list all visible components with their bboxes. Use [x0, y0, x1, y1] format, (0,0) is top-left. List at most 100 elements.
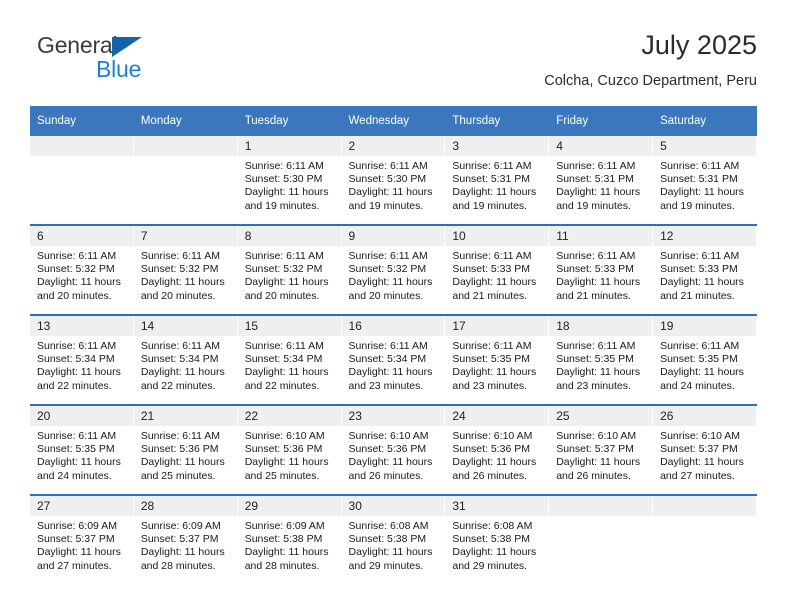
calendar-cell-day[interactable]: 10 Sunrise: 6:11 AM Sunset: 5:33 PM Dayligh…	[445, 224, 550, 315]
sunset-text: Sunset: 5:35 PM	[37, 443, 115, 456]
calendar-cell-day[interactable]: 27 Sunrise: 6:09 AM Sunset: 5:37 PM Dayligh…	[30, 494, 134, 584]
day-details: Sunrise: 6:11 AM Sunset: 5:35 PM Daylight:…	[445, 336, 549, 393]
day-number: 4	[549, 136, 653, 156]
calendar-cell-day[interactable]: 31 Sunrise: 6:08 AM Sunset: 5:38 PM Dayligh…	[445, 494, 550, 584]
calendar-cell-day[interactable]: 17 Sunrise: 6:11 AM Sunset: 5:35 PM Dayligh…	[445, 314, 550, 405]
calendar-cell-day[interactable]: 18 Sunrise: 6:11 AM Sunset: 5:35 PM Dayligh…	[549, 314, 654, 405]
sunset-text: Sunset: 5:32 PM	[37, 263, 115, 276]
sunrise-text: Sunrise: 6:11 AM	[348, 250, 428, 262]
calendar-cell-day[interactable]: 24 Sunrise: 6:10 AM Sunset: 5:36 PM Dayligh…	[445, 404, 550, 495]
daylight-text: Daylight: 11 hours and 19 minutes.	[660, 186, 744, 212]
calendar-cell-day[interactable]: 9 Sunrise: 6:11 AM Sunset: 5:32 PM Daylight…	[341, 224, 446, 315]
calendar-cell-day[interactable]: 8 Sunrise: 6:11 AM Sunset: 5:32 PM Daylight…	[237, 224, 342, 315]
calendar-week-row: 20 Sunrise: 6:11 AM Sunset: 5:35 PM Dayligh…	[30, 404, 757, 495]
sunset-text: Sunset: 5:33 PM	[556, 263, 634, 276]
day-details: Sunrise: 6:11 AM Sunset: 5:34 PM Daylight:…	[30, 336, 134, 393]
daylight-text: Daylight: 11 hours and 26 minutes.	[348, 456, 433, 482]
day-details: Sunrise: 6:11 AM Sunset: 5:32 PM Daylight:…	[134, 246, 238, 303]
calendar-cell-day[interactable]: 28 Sunrise: 6:09 AM Sunset: 5:37 PM Dayligh…	[133, 494, 238, 584]
calendar-cell-day[interactable]: 12 Sunrise: 6:11 AM Sunset: 5:33 PM Dayligh…	[653, 224, 757, 315]
day-number: 31	[445, 496, 549, 516]
calendar-cell-inner: 17 Sunrise: 6:11 AM Sunset: 5:35 PM Dayligh…	[445, 316, 549, 404]
day-details: Sunrise: 6:11 AM Sunset: 5:30 PM Daylight:…	[238, 156, 342, 213]
logo-text-blue: Blue	[96, 56, 142, 82]
sunrise-text: Sunrise: 6:09 AM	[140, 520, 221, 532]
calendar-cell-day[interactable]: 23 Sunrise: 6:10 AM Sunset: 5:36 PM Dayligh…	[341, 404, 446, 495]
daylight-text: Daylight: 11 hours and 29 minutes.	[348, 546, 433, 572]
day-number: 10	[445, 226, 549, 246]
daylight-text: Daylight: 11 hours and 22 minutes.	[37, 366, 121, 392]
day-details: Sunrise: 6:11 AM Sunset: 5:34 PM Daylight:…	[134, 336, 238, 393]
calendar-cell-inner: 19 Sunrise: 6:11 AM Sunset: 5:35 PM Dayligh…	[653, 316, 757, 404]
day-number: 19	[653, 316, 756, 336]
calendar-cell-day[interactable]: 6 Sunrise: 6:11 AM Sunset: 5:32 PM Daylight…	[30, 224, 134, 315]
sunset-text: Sunset: 5:34 PM	[348, 353, 427, 366]
day-number	[653, 496, 756, 516]
daylight-text: Daylight: 11 hours and 27 minutes.	[37, 546, 121, 572]
calendar-cell-day[interactable]: 19 Sunrise: 6:11 AM Sunset: 5:35 PM Dayligh…	[653, 314, 757, 405]
calendar-cell-day[interactable]: 13 Sunrise: 6:11 AM Sunset: 5:34 PM Dayligh…	[30, 314, 134, 405]
calendar-cell-day[interactable]: 1 Sunrise: 6:11 AM Sunset: 5:30 PM Daylight…	[237, 136, 342, 225]
calendar-cell-inner: 23 Sunrise: 6:10 AM Sunset: 5:36 PM Dayligh…	[341, 406, 446, 494]
day-details: Sunrise: 6:10 AM Sunset: 5:37 PM Daylight:…	[653, 426, 757, 483]
calendar-cell-day[interactable]: 21 Sunrise: 6:11 AM Sunset: 5:36 PM Dayligh…	[133, 404, 238, 495]
daylight-text: Daylight: 11 hours and 19 minutes.	[244, 186, 329, 212]
day-details: Sunrise: 6:11 AM Sunset: 5:32 PM Daylight:…	[30, 246, 134, 303]
calendar-cell-day[interactable]: 7 Sunrise: 6:11 AM Sunset: 5:32 PM Daylight…	[133, 224, 238, 315]
calendar-cell-day[interactable]: 3 Sunrise: 6:11 AM Sunset: 5:31 PM Daylight…	[445, 136, 549, 225]
sunrise-text: Sunrise: 6:11 AM	[244, 340, 324, 352]
day-number: 25	[549, 406, 653, 426]
sunrise-text: Sunrise: 6:11 AM	[452, 340, 532, 352]
daylight-text: Daylight: 11 hours and 19 minutes.	[348, 186, 433, 212]
calendar-cell-day[interactable]: 15 Sunrise: 6:11 AM Sunset: 5:34 PM Dayligh…	[237, 314, 342, 405]
calendar-cell-day[interactable]: 22 Sunrise: 6:10 AM Sunset: 5:36 PM Dayligh…	[237, 404, 342, 495]
day-number: 13	[30, 316, 133, 336]
calendar-cell-inner: 27 Sunrise: 6:09 AM Sunset: 5:37 PM Dayligh…	[30, 496, 134, 584]
calendar-cell-inner: 22 Sunrise: 6:10 AM Sunset: 5:36 PM Dayligh…	[237, 406, 342, 494]
general-blue-logo[interactable]: General Blue	[37, 34, 217, 92]
calendar-cell-inner: 7 Sunrise: 6:11 AM Sunset: 5:32 PM Daylight…	[133, 226, 238, 314]
calendar-cell-inner	[133, 136, 238, 224]
calendar-cell-day[interactable]: 26 Sunrise: 6:10 AM Sunset: 5:37 PM Dayligh…	[653, 404, 757, 495]
calendar-cell-inner: 24 Sunrise: 6:10 AM Sunset: 5:36 PM Dayligh…	[445, 406, 549, 494]
day-number: 24	[445, 406, 549, 426]
calendar-cell-day[interactable]: 20 Sunrise: 6:11 AM Sunset: 5:35 PM Dayligh…	[30, 404, 134, 495]
calendar-cell-inner: 9 Sunrise: 6:11 AM Sunset: 5:32 PM Daylight…	[341, 226, 446, 314]
calendar-cell-inner: 20 Sunrise: 6:11 AM Sunset: 5:35 PM Dayligh…	[30, 406, 134, 494]
calendar-cell-day[interactable]: 2 Sunrise: 6:11 AM Sunset: 5:30 PM Daylight…	[341, 136, 446, 225]
calendar-table: Sunday Monday Tuesday Wednesday Thursday…	[30, 106, 757, 584]
day-details: Sunrise: 6:11 AM Sunset: 5:36 PM Daylight:…	[134, 426, 238, 483]
calendar-cell-day[interactable]: 11 Sunrise: 6:11 AM Sunset: 5:33 PM Dayligh…	[549, 224, 654, 315]
calendar-cell-inner: 16 Sunrise: 6:11 AM Sunset: 5:34 PM Dayligh…	[341, 316, 446, 404]
daylight-text: Daylight: 11 hours and 25 minutes.	[244, 456, 329, 482]
calendar-cell-day[interactable]: 29 Sunrise: 6:09 AM Sunset: 5:38 PM Dayligh…	[237, 494, 342, 584]
sunset-text: Sunset: 5:32 PM	[140, 263, 219, 276]
calendar-cell-day[interactable]: 14 Sunrise: 6:11 AM Sunset: 5:34 PM Dayligh…	[133, 314, 238, 405]
day-number: 16	[341, 316, 445, 336]
day-details: Sunrise: 6:11 AM Sunset: 5:33 PM Daylight:…	[653, 246, 757, 303]
day-number: 26	[653, 406, 756, 426]
calendar-cell-day[interactable]: 30 Sunrise: 6:08 AM Sunset: 5:38 PM Dayligh…	[341, 494, 446, 584]
logo-text-general: General	[37, 32, 118, 58]
daylight-text: Daylight: 11 hours and 28 minutes.	[140, 546, 225, 572]
day-number: 3	[445, 136, 549, 156]
daylight-text: Daylight: 11 hours and 20 minutes.	[140, 276, 225, 302]
day-details: Sunrise: 6:11 AM Sunset: 5:34 PM Daylight:…	[238, 336, 342, 393]
sunset-text: Sunset: 5:35 PM	[660, 353, 738, 366]
day-details: Sunrise: 6:11 AM Sunset: 5:31 PM Daylight:…	[653, 156, 757, 213]
calendar-cell-day[interactable]: 25 Sunrise: 6:10 AM Sunset: 5:37 PM Dayligh…	[549, 404, 654, 495]
calendar-cell-day[interactable]: 5 Sunrise: 6:11 AM Sunset: 5:31 PM Daylight…	[653, 136, 757, 225]
sunrise-text: Sunrise: 6:11 AM	[556, 340, 636, 352]
sunset-text: Sunset: 5:35 PM	[452, 353, 531, 366]
logo-triangle-icon	[112, 37, 142, 57]
sunset-text: Sunset: 5:34 PM	[244, 353, 323, 366]
calendar-cell-day[interactable]: 16 Sunrise: 6:11 AM Sunset: 5:34 PM Dayligh…	[341, 314, 446, 405]
sunset-text: Sunset: 5:36 PM	[348, 443, 427, 456]
calendar-cell-inner: 13 Sunrise: 6:11 AM Sunset: 5:34 PM Dayligh…	[30, 316, 134, 404]
calendar-cell-inner	[549, 496, 653, 584]
sunset-text: Sunset: 5:30 PM	[348, 173, 427, 186]
day-details: Sunrise: 6:09 AM Sunset: 5:37 PM Daylight:…	[134, 516, 238, 573]
daylight-text: Daylight: 11 hours and 19 minutes.	[556, 186, 641, 212]
calendar-cell-day[interactable]: 4 Sunrise: 6:11 AM Sunset: 5:31 PM Daylight…	[549, 136, 653, 225]
sunrise-text: Sunrise: 6:11 AM	[37, 430, 117, 442]
